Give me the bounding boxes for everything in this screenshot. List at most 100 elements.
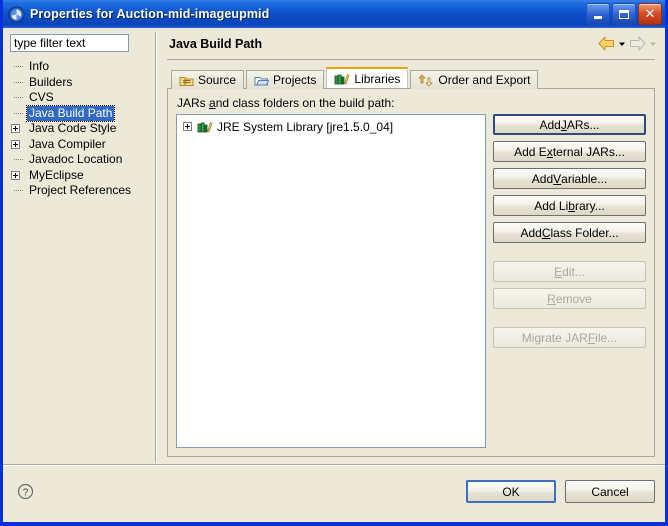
add-library-button[interactable]: Add Li b rary...: [493, 195, 646, 216]
libraries-tab-panel: JARs and class folders on the build path…: [167, 88, 655, 457]
tree-connector-icon: [10, 59, 27, 75]
btn-text-post: dit...: [562, 264, 585, 279]
tab-label: Source: [198, 73, 237, 87]
button-group-spacer: [493, 249, 646, 261]
panel-label-suffix: nd class folders on the build path:: [215, 96, 395, 110]
add-variable-button[interactable]: Add Variable...: [493, 168, 646, 189]
btn-text-pre: Add E: [514, 144, 547, 159]
tab-bar: Source Projects Libraries Order and Expo…: [167, 67, 655, 89]
close-icon: ✕: [644, 6, 656, 22]
btn-text-pre: Add: [539, 117, 561, 132]
btn-text-post: rary...: [574, 198, 605, 213]
panel-body: JRE System Library [jre1.5.0_04] Add J AR…: [176, 114, 646, 448]
btn-mnemonic: b: [568, 198, 575, 213]
tab-source[interactable]: Source: [171, 70, 245, 89]
tab-label: Libraries: [354, 71, 401, 86]
minimize-button[interactable]: [586, 3, 610, 25]
sidebar-item-label: Project References: [29, 183, 132, 197]
footer-buttons: OK Cancel: [466, 480, 655, 503]
btn-mnemonic: F: [587, 330, 596, 345]
back-dropdown-icon[interactable]: [618, 40, 626, 48]
btn-text-post: ariable...: [561, 171, 608, 186]
sidebar-item-project-references[interactable]: Project References: [10, 183, 150, 199]
btn-mnemonic: R: [547, 291, 556, 306]
sidebar-item-label: CVS: [29, 90, 54, 104]
library-books-icon: [197, 121, 213, 133]
btn-text-post: ternal JARs...: [552, 144, 625, 159]
sidebar-item-java-compiler[interactable]: Java Compiler: [10, 137, 150, 153]
forward-arrow-icon: [630, 36, 646, 51]
dialog-content: Info Builders CVS Java Build Path Java C: [3, 28, 665, 465]
tree-connector-icon: [10, 152, 27, 168]
sidebar-item-label: Info: [29, 59, 50, 73]
list-item[interactable]: JRE System Library [jre1.5.0_04]: [179, 118, 483, 135]
sidebar-item-builders[interactable]: Builders: [10, 75, 150, 91]
sidebar-item-myeclipse[interactable]: MyEclipse: [10, 168, 150, 184]
navigation-arrows: [598, 36, 657, 51]
tree-connector-icon: [10, 106, 27, 122]
maximize-button[interactable]: [612, 3, 636, 25]
ok-button[interactable]: OK: [466, 480, 556, 503]
btn-mnemonic: V: [553, 171, 562, 186]
libraries-books-icon: [334, 73, 350, 85]
source-folder-icon: [179, 76, 194, 86]
expand-plus-icon[interactable]: [10, 137, 27, 153]
title-divider: [167, 59, 655, 60]
button-group-spacer: [493, 315, 646, 327]
edit-button: Edit...: [493, 261, 646, 282]
maximize-icon: [619, 9, 629, 19]
add-class-folder-button[interactable]: Add Class Folder...: [493, 222, 646, 243]
main-panel: Java Build Path Source Projects Librarie…: [157, 28, 665, 465]
sidebar-item-label: Java Build Path: [25, 104, 116, 122]
close-button[interactable]: ✕: [638, 3, 662, 25]
dialog-footer: ? OK Cancel: [3, 464, 665, 519]
actions-column: Add J ARs... Add Ex ternal JARs... Add Var…: [493, 114, 646, 448]
tab-projects[interactable]: Projects: [246, 70, 325, 89]
properties-dialog: Properties for Auction-mid-imageupmid ✕ …: [0, 0, 668, 526]
migrate-jar-file-button: Migrate JAR File...: [493, 327, 646, 348]
btn-text-post: lass Folder...: [550, 225, 619, 240]
btn-text-pre: Add: [520, 225, 542, 240]
sidebar-item-label: Javadoc Location: [29, 152, 123, 166]
back-arrow-icon[interactable]: [598, 36, 615, 51]
settings-sidebar: Info Builders CVS Java Build Path Java C: [3, 28, 155, 465]
caption-buttons: ✕: [586, 3, 662, 25]
btn-text-pre: Add Li: [534, 198, 569, 213]
sidebar-item-label: Java Code Style: [29, 121, 117, 135]
remove-button: Remove: [493, 288, 646, 309]
order-export-arrows-icon: [419, 74, 433, 86]
eclipse-properties-icon: [8, 5, 25, 23]
btn-mnemonic: C: [541, 225, 551, 240]
expand-plus-icon[interactable]: [10, 168, 27, 184]
projects-folder-icon: [254, 76, 270, 85]
sidebar-item-java-build-path[interactable]: Java Build Path: [10, 104, 150, 122]
btn-text-post: ile...: [595, 330, 618, 345]
sidebar-item-cvs[interactable]: CVS: [10, 90, 150, 106]
sidebar-item-label: Builders: [29, 74, 73, 89]
panel-label-prefix: JARs: [177, 96, 210, 110]
forward-dropdown-icon: [650, 42, 656, 46]
sidebar-item-info[interactable]: Info: [10, 59, 150, 75]
panel-label: JARs and class folders on the build path…: [177, 96, 646, 110]
btn-text-pre: Migrate JAR: [521, 330, 588, 345]
sidebar-item-label: MyEclipse: [29, 167, 84, 182]
expand-plus-icon[interactable]: [182, 119, 197, 134]
title-bar[interactable]: Properties for Auction-mid-imageupmid ✕: [3, 0, 665, 28]
add-external-jars-button[interactable]: Add Ex ternal JARs...: [493, 141, 646, 162]
btn-text-post: emove: [555, 291, 592, 306]
btn-mnemonic: E: [554, 264, 563, 279]
tab-order-and-export[interactable]: Order and Export: [410, 70, 539, 89]
filter-input[interactable]: [10, 34, 129, 52]
expand-plus-icon[interactable]: [10, 121, 27, 137]
cancel-button[interactable]: Cancel: [565, 480, 655, 503]
tab-label: Projects: [273, 73, 317, 87]
tab-libraries[interactable]: Libraries: [326, 67, 409, 88]
help-question-icon[interactable]: ?: [17, 483, 34, 500]
tree-connector-icon: [10, 183, 27, 199]
add-jars-button[interactable]: Add J ARs...: [493, 114, 646, 135]
sidebar-item-java-code-style[interactable]: Java Code Style: [10, 121, 150, 137]
list-item-label: JRE System Library [jre1.5.0_04]: [217, 119, 394, 134]
build-path-list[interactable]: JRE System Library [jre1.5.0_04]: [176, 114, 486, 448]
btn-text-post: ARs...: [566, 117, 600, 132]
sidebar-item-javadoc-location[interactable]: Javadoc Location: [10, 152, 150, 168]
